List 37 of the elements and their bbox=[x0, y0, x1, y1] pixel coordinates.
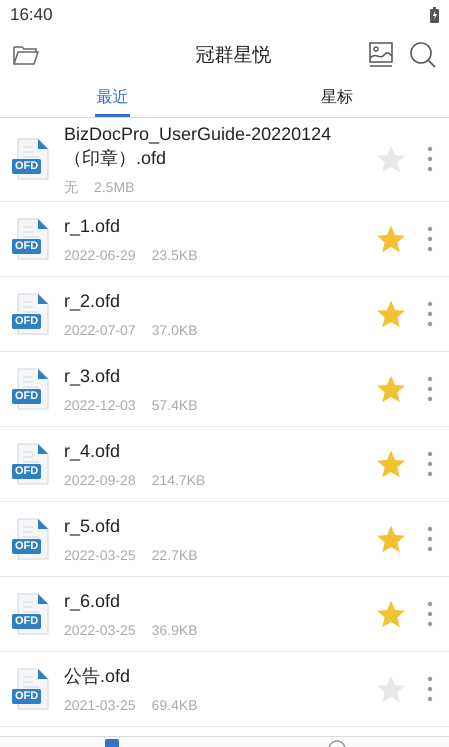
app-title: 冠群星悦 bbox=[194, 43, 272, 68]
tab[interactable]: 最近 bbox=[95, 80, 130, 117]
file-row[interactable]: OFD BizDocPro_UserGuide-20220124（印章）.ofd 无 2.5MB bbox=[0, 118, 449, 202]
file-size: 69.4KB bbox=[152, 696, 198, 713]
file-row[interactable]: OFD r_6.ofd 2022-03-25 36.9KB bbox=[0, 576, 449, 652]
file-date: 2022-09-28 bbox=[64, 472, 136, 488]
file-date: 2021-03-25 bbox=[64, 696, 136, 713]
file-size: 36.9KB bbox=[152, 622, 198, 638]
file-name: r_5.ofd bbox=[64, 515, 122, 538]
file-date: 2022-06-29 bbox=[64, 246, 136, 263]
file-name: r_2.ofd bbox=[64, 290, 122, 314]
file-size: 23.5KB bbox=[152, 246, 198, 263]
file-name: r_6.ofd bbox=[64, 590, 122, 614]
file-size: 37.0KB bbox=[152, 322, 198, 338]
file-name: r_3.ofd bbox=[64, 365, 122, 388]
file-row[interactable]: OFD r_4.ofd 2022-09-28 214.7KB bbox=[0, 426, 449, 502]
file-name: r_1.ofd bbox=[64, 215, 122, 238]
battery-icon bbox=[430, 7, 439, 23]
file-date: 无 bbox=[64, 178, 78, 197]
status-time: 16:40 bbox=[10, 5, 53, 25]
file-date: 2022-03-25 bbox=[64, 622, 136, 638]
file-date: 2022-03-25 bbox=[64, 546, 136, 563]
file-row[interactable]: OFD r_1.ofd 2022-06-29 23.5KB bbox=[0, 202, 449, 277]
tab[interactable]: 星标 bbox=[320, 80, 354, 117]
file-size: 2.5MB bbox=[94, 178, 134, 197]
file-size: 214.7KB bbox=[152, 472, 206, 488]
file-size: 57.4KB bbox=[152, 396, 198, 413]
file-name: BizDocPro_UserGuide-20220124（印章）.ofd bbox=[64, 123, 332, 170]
file-row[interactable]: OFD r_3.ofd 2022-12-03 57.4KB bbox=[0, 352, 449, 427]
file-size: 22.7KB bbox=[152, 546, 198, 563]
file-date: 2022-12-03 bbox=[64, 396, 136, 413]
file-row[interactable]: OFD 公告.ofd 2021-03-25 69.4KB bbox=[0, 652, 449, 727]
file-name: r_4.ofd bbox=[64, 440, 122, 464]
file-name: 公告.ofd bbox=[64, 665, 132, 688]
file-date: 2022-07-07 bbox=[64, 322, 136, 338]
file-row[interactable]: OFD r_2.ofd 2022-07-07 37.0KB bbox=[0, 276, 449, 352]
file-row[interactable]: OFD r_5.ofd 2022-03-25 22.7KB bbox=[0, 502, 449, 577]
